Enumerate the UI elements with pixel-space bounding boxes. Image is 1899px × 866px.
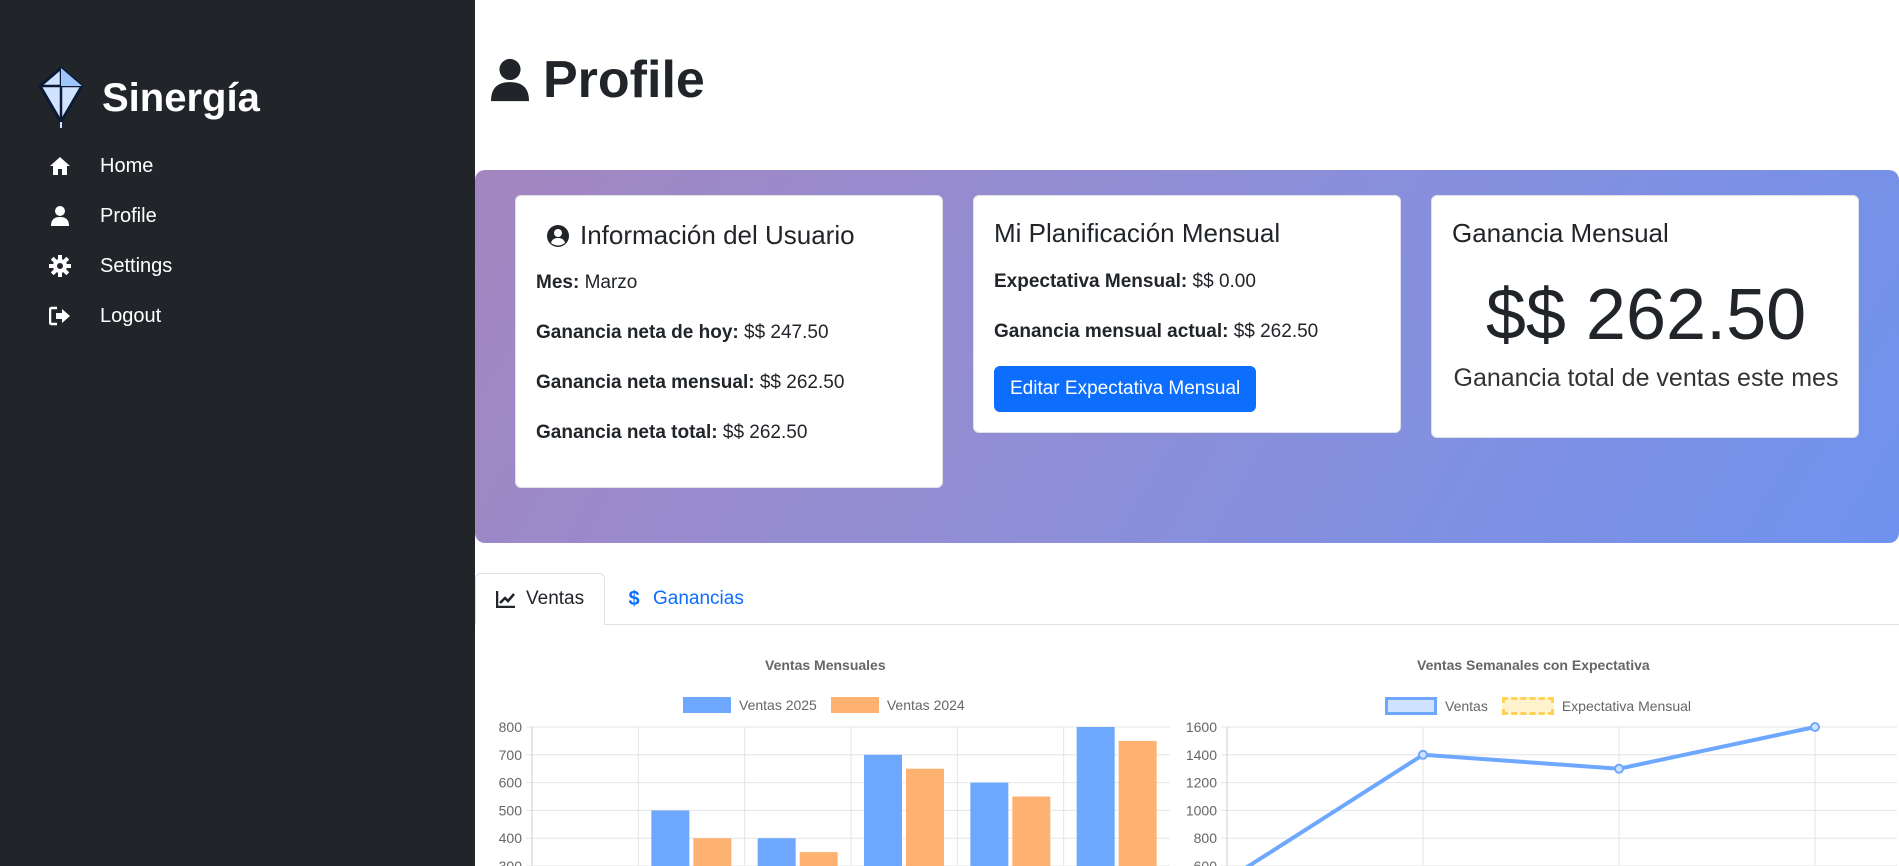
card-title: Ganancia Mensual (1452, 218, 1669, 248)
sidebar-item-label: Profile (100, 204, 157, 227)
line-ventas (1245, 725, 1816, 866)
chart-title-ventas-mensuales: Ventas Mensuales (765, 657, 886, 673)
info-row-current: Ganancia mensual actual: $$ 262.50 (994, 321, 1319, 342)
legend-swatch-ventas (1385, 697, 1437, 715)
info-row-expectation: Expectativa Mensual: $$ 0.00 (994, 271, 1256, 292)
legend-label: Ventas 2025 (739, 697, 817, 713)
monthly-gain-amount: $$ 262.50 (1485, 275, 1807, 355)
bar-ventas-2024 (1118, 740, 1157, 866)
sidebar-item-home[interactable]: Home (48, 154, 153, 178)
sidebar: Sinergía Home Profile Settings Logout (0, 0, 475, 866)
gear-icon (48, 254, 72, 278)
point-ventas (1810, 722, 1820, 732)
ventas-semanales-line-chart: 1600 1400 1200 1000 800 600 (1186, 719, 1897, 866)
y-tick-label: 500 (499, 802, 523, 818)
legend-label: Ventas 2024 (886, 697, 965, 713)
edit-expectation-button[interactable]: Editar Expectativa Mensual (994, 366, 1257, 412)
bar-ventas-2025 (864, 754, 902, 866)
bar-ventas-2025 (970, 782, 1009, 866)
page-title: Profile (543, 51, 705, 109)
chart-title-ventas-semanales: Ventas Semanales con Expectativa (1417, 657, 1650, 673)
chart-tabs: Ventas $ Ganancias (475, 573, 1899, 625)
y-tick-label: 600 (499, 775, 523, 791)
info-row-total: Ganancia neta total: $$ 262.50 (536, 422, 808, 443)
sidebar-item-label: Settings (100, 254, 173, 277)
page-header: Profile (491, 50, 705, 110)
legend-swatch-2024 (830, 697, 879, 713)
sidebar-item-settings[interactable]: Settings (48, 254, 172, 278)
chart-line-icon (496, 591, 515, 608)
legend-label: Expectativa Mensual (1561, 698, 1692, 714)
card-title: Mi Planificación Mensual (994, 218, 1281, 248)
legend-swatch-expectativa (1501, 697, 1554, 715)
bar-ventas-2025 (757, 838, 796, 866)
y-tick-label: 800 (1194, 830, 1218, 846)
tab-ventas[interactable]: Ventas (475, 573, 605, 625)
ventas-mensuales-bar-chart: 800 700 600 500 400 300 (499, 719, 1170, 866)
user-info-card: Información del Usuario Mes: Marzo Ganan… (515, 195, 943, 488)
brand-name: Sinergía (102, 76, 260, 120)
dollar-icon: $ (628, 587, 640, 610)
chart-legend-ventas-semanales[interactable]: Ventas Expectativa Mensual (1385, 697, 1691, 715)
home-icon (48, 154, 72, 178)
bar-ventas-2024 (799, 852, 838, 866)
y-tick-label: 400 (499, 830, 523, 846)
y-tick-label: 600 (1194, 858, 1218, 866)
legend-label: Ventas (1445, 698, 1488, 714)
bar-ventas-2024 (1012, 796, 1051, 866)
sidebar-item-label: Home (100, 154, 154, 177)
bar-ventas-2024 (693, 838, 732, 866)
y-tick-label: 1600 (1186, 719, 1217, 735)
bar-ventas-2025 (651, 810, 690, 866)
info-row-today: Ganancia neta de hoy: $$ 247.50 (536, 322, 829, 343)
info-row-monthly: Ganancia neta mensual: $$ 262.50 (536, 372, 845, 393)
plan-card: Mi Planificación Mensual Expectativa Men… (973, 195, 1401, 433)
y-tick-label: 1000 (1186, 802, 1217, 818)
bar-ventas-2024 (906, 768, 944, 866)
sidebar-item-logout[interactable]: Logout (48, 304, 161, 328)
card-title: Información del Usuario (580, 220, 855, 250)
summary-banner: Información del Usuario Mes: Marzo Ganan… (475, 170, 1899, 543)
user-icon (491, 58, 529, 102)
point-ventas (1418, 749, 1428, 760)
brand[interactable]: Sinergía (36, 66, 260, 130)
bar-ventas-2025 (1076, 727, 1115, 866)
legend-swatch-2025 (683, 697, 731, 713)
brand-logo-icon (38, 66, 84, 128)
point-ventas (1614, 763, 1624, 774)
y-tick-label: 800 (499, 719, 523, 735)
y-tick-label: 300 (499, 858, 523, 866)
sidebar-item-profile[interactable]: Profile (48, 204, 157, 228)
main-content: Profile Información del Usuario Mes: Mar… (475, 0, 1899, 866)
tab-ganancias[interactable]: $ Ganancias (625, 573, 765, 625)
info-row-month: Mes: Marzo (536, 272, 638, 293)
chart-legend-ventas-mensuales[interactable]: Ventas 2025 Ventas 2024 (683, 697, 965, 713)
y-tick-label: 1400 (1186, 747, 1217, 763)
sidebar-item-label: Logout (100, 304, 162, 327)
gain-card: Ganancia Mensual $$ 262.50 Ganancia tota… (1431, 195, 1859, 438)
logout-icon (48, 304, 72, 328)
y-tick-label: 700 (499, 747, 523, 763)
monthly-gain-caption: Ganancia total de ventas este mes (1453, 364, 1839, 392)
user-icon (48, 204, 72, 228)
user-circle-icon (547, 224, 569, 247)
y-tick-label: 1200 (1186, 775, 1217, 791)
